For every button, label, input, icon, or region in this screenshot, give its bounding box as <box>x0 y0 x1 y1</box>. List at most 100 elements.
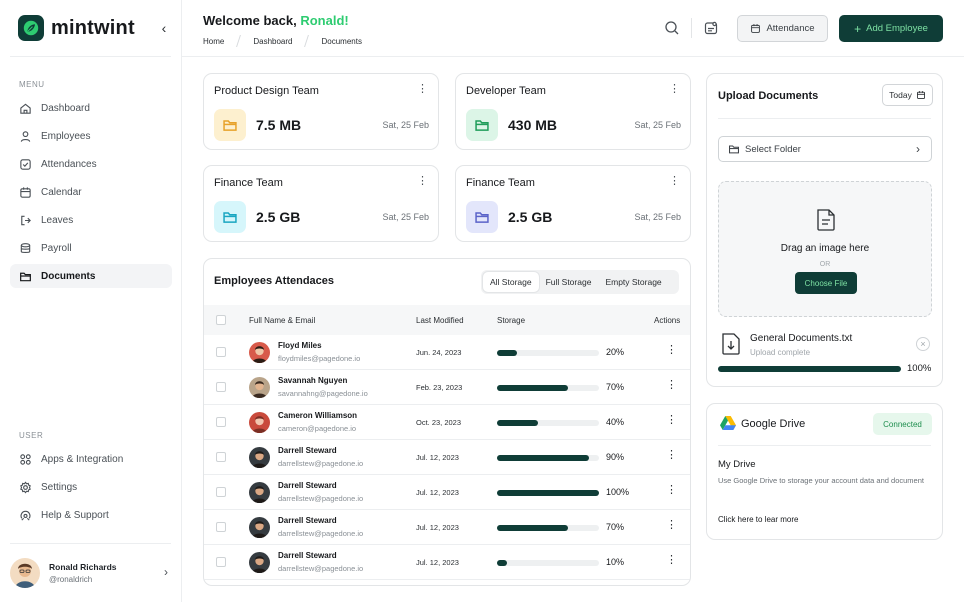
sidebar-item-dashboard[interactable]: Dashboard <box>10 96 172 120</box>
breadcrumb-separator <box>304 35 310 47</box>
date-filter-label: Today <box>889 90 912 100</box>
search-icon[interactable] <box>664 20 680 36</box>
logout-icon <box>21 215 31 225</box>
team-card[interactable]: Finance Team ⋮ 2.5 GB Sat, 25 Feb <box>455 165 691 242</box>
more-vertical-icon[interactable]: ⋮ <box>669 176 680 187</box>
file-drop-zone[interactable]: Drag an image here OR Choose File <box>718 181 932 317</box>
row-checkbox[interactable] <box>216 487 226 497</box>
team-card[interactable]: Product Design Team ⋮ 7.5 MB Sat, 25 Feb <box>203 73 439 150</box>
storage-progress-fill <box>497 455 589 461</box>
table-row[interactable]: Cameron Williamson cameron@pagedone.io Oct… <box>204 405 690 440</box>
sidebar-item-calendar[interactable]: Calendar <box>10 180 172 204</box>
sidebar-item-leaves[interactable]: Leaves <box>10 208 172 232</box>
more-vertical-icon[interactable]: ⋮ <box>666 450 677 461</box>
storage-percent: 70% <box>606 522 625 532</box>
select-folder-label: Select Folder <box>745 143 801 155</box>
breadcrumb-home[interactable]: Home <box>203 37 224 46</box>
sidebar-item-label: Calendar <box>41 186 82 198</box>
sidebar-item-employees[interactable]: Employees <box>10 124 172 148</box>
sidebar: mintwint ‹ MENU Dashboard Employees Atte… <box>0 0 182 602</box>
sidebar-item-apps[interactable]: Apps & Integration <box>10 447 172 471</box>
checkbox-icon <box>20 158 31 170</box>
row-checkbox[interactable] <box>216 452 226 462</box>
add-employee-button[interactable]: + Add Employee <box>839 15 943 42</box>
table-row[interactable]: Floyd Miles floydmiles@pagedone.io Jun. 24… <box>204 335 690 370</box>
table-row[interactable]: Darrell Steward darrellstew@pagedone.io Ju… <box>204 510 690 545</box>
breadcrumb-documents[interactable]: Documents <box>321 37 361 46</box>
sidebar-item-payroll[interactable]: Payroll <box>10 236 172 260</box>
row-checkbox[interactable] <box>216 522 226 532</box>
table-row[interactable]: Darrell Steward darrellstew@pagedone.io Ju… <box>204 545 690 580</box>
calendar-icon <box>20 186 31 198</box>
date-filter-button[interactable]: Today <box>882 84 933 106</box>
sidebar-item-settings[interactable]: Settings <box>10 475 172 499</box>
select-all-checkbox[interactable] <box>216 315 226 325</box>
employee-email: cameron@pagedone.io <box>278 424 357 433</box>
select-folder-dropdown[interactable]: Select Folder › <box>718 136 932 162</box>
storage-percent: 70% <box>606 382 625 392</box>
drive-description: Use Google Drive to storage your account… <box>718 476 924 485</box>
sidebar-item-help[interactable]: Help & Support <box>10 503 172 527</box>
table-row[interactable]: Darrell Steward darrellstew@pagedone.io Ju… <box>204 475 690 510</box>
employee-name: Savannah Nguyen <box>278 376 348 385</box>
column-header[interactable]: Storage <box>497 316 525 325</box>
breadcrumb-dashboard[interactable]: Dashboard <box>253 37 292 46</box>
close-icon[interactable]: × <box>916 337 930 351</box>
column-header[interactable]: Full Name & Email <box>249 316 315 325</box>
user-profile[interactable]: Ronald Richards @ronaldrich › <box>10 555 172 591</box>
row-checkbox[interactable] <box>216 382 226 392</box>
attendance-button[interactable]: Attendance <box>737 15 828 42</box>
employee-name: Darrell Steward <box>278 446 337 455</box>
more-vertical-icon[interactable]: ⋮ <box>666 485 677 496</box>
last-modified-date: Jul. 12, 2023 <box>416 523 459 532</box>
chevron-right-icon[interactable]: › <box>164 565 168 579</box>
more-vertical-icon[interactable]: ⋮ <box>666 415 677 426</box>
menu-section-label: MENU <box>19 80 45 89</box>
storage-progress-bar <box>497 350 599 356</box>
upload-progress-bar <box>718 366 901 372</box>
collapse-sidebar-icon[interactable]: ‹ <box>156 20 172 36</box>
avatar <box>249 517 270 538</box>
upload-documents-card: Upload Documents Today Select Folder › D… <box>706 73 943 387</box>
row-checkbox[interactable] <box>216 347 226 357</box>
team-name: Product Design Team <box>214 85 319 97</box>
notes-icon[interactable] <box>703 20 719 36</box>
more-vertical-icon[interactable]: ⋮ <box>666 380 677 391</box>
database-icon <box>20 242 31 253</box>
more-vertical-icon[interactable]: ⋮ <box>417 84 428 95</box>
learn-more-link[interactable]: Click here to lear more <box>718 515 798 524</box>
sidebar-item-documents[interactable]: Documents <box>10 264 172 288</box>
more-vertical-icon[interactable]: ⋮ <box>666 345 677 356</box>
user-icon <box>20 130 31 142</box>
sidebar-item-label: Documents <box>41 270 96 282</box>
choose-file-button[interactable]: Choose File <box>795 272 857 294</box>
brand-logo[interactable]: mintwint <box>18 15 135 41</box>
folder-icon <box>20 272 31 281</box>
filter-all-storage[interactable]: All Storage <box>483 272 539 292</box>
sidebar-item-label: Payroll <box>41 242 72 254</box>
table-row[interactable]: Darrell Steward darrellstew@pagedone.io Ju… <box>204 440 690 475</box>
more-vertical-icon[interactable]: ⋮ <box>666 555 677 566</box>
employee-name: Darrell Steward <box>278 481 337 490</box>
more-vertical-icon[interactable]: ⋮ <box>666 520 677 531</box>
row-checkbox[interactable] <box>216 417 226 427</box>
team-date: Sat, 25 Feb <box>382 212 429 222</box>
storage-percent: 90% <box>606 452 625 462</box>
more-vertical-icon[interactable]: ⋮ <box>417 176 428 187</box>
avatar <box>249 342 270 363</box>
employee-email: darrellstew@pagedone.io <box>278 529 364 538</box>
filter-empty-storage[interactable]: Empty Storage <box>598 272 668 292</box>
team-card[interactable]: Developer Team ⋮ 430 MB Sat, 25 Feb <box>455 73 691 150</box>
sidebar-item-attendances[interactable]: Attendances <box>10 152 172 176</box>
table-row[interactable]: Savannah Nguyen savannahng@pagedone.io Feb… <box>204 370 690 405</box>
employee-name: Darrell Steward <box>278 551 337 560</box>
attendance-button-label: Attendance <box>766 23 815 34</box>
team-card[interactable]: Finance Team ⋮ 2.5 GB Sat, 25 Feb <box>203 165 439 242</box>
row-checkbox[interactable] <box>216 557 226 567</box>
status-badge: Connected <box>873 413 932 435</box>
filter-full-storage[interactable]: Full Storage <box>539 272 599 292</box>
upload-status: Upload complete <box>750 348 811 357</box>
column-header[interactable]: Last Modified <box>416 316 464 325</box>
storage-progress-fill <box>497 350 518 356</box>
more-vertical-icon[interactable]: ⋮ <box>669 84 680 95</box>
